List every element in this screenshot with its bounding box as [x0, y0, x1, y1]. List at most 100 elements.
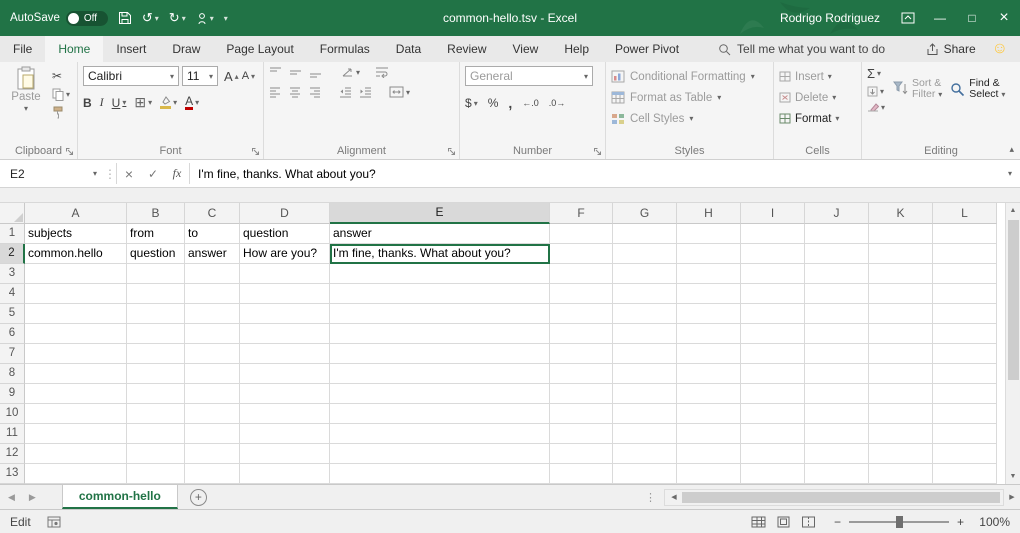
format-as-table-button[interactable]: Format as Table ▾ [611, 87, 768, 108]
orientation-dropdown-icon[interactable]: ▾ [356, 68, 360, 77]
cell-L8[interactable] [933, 364, 997, 384]
column-header-F[interactable]: F [550, 203, 613, 224]
cell-B5[interactable] [127, 304, 185, 324]
undo-button[interactable]: ↺▾ [142, 10, 159, 26]
fill-dropdown-icon[interactable]: ▾ [880, 87, 884, 96]
bottom-align-button[interactable] [309, 66, 322, 78]
cell-J7[interactable] [805, 344, 869, 364]
find-select-button[interactable]: Find &Select ▾ [950, 66, 1005, 112]
cell-H11[interactable] [677, 424, 741, 444]
cell-J1[interactable] [805, 224, 869, 244]
cell-F10[interactable] [550, 404, 613, 424]
cell-G5[interactable] [613, 304, 677, 324]
scroll-up-icon[interactable]: ▲ [1006, 203, 1020, 218]
cell-E11[interactable] [330, 424, 550, 444]
cell-J8[interactable] [805, 364, 869, 384]
cell-D9[interactable] [240, 384, 330, 404]
cell-G3[interactable] [613, 264, 677, 284]
enter-button[interactable]: ✓ [141, 160, 165, 187]
cell-E4[interactable] [330, 284, 550, 304]
horizontal-scrollbar-thumb[interactable] [682, 492, 1000, 503]
tab-formulas[interactable]: Formulas [307, 36, 383, 62]
cell-B12[interactable] [127, 444, 185, 464]
cell-B4[interactable] [127, 284, 185, 304]
zoom-in-button[interactable]: + [957, 515, 964, 529]
borders-button[interactable]: ⊞▾ [134, 94, 152, 111]
cell-J11[interactable] [805, 424, 869, 444]
fill-color-button[interactable]: ▾ [160, 96, 177, 109]
decrease-decimal-button[interactable]: .0→ [549, 98, 566, 108]
number-format-combo[interactable]: General▾ [465, 66, 593, 86]
tab-draw[interactable]: Draw [159, 36, 213, 62]
tab-home[interactable]: Home [45, 36, 103, 62]
sheet-nav-right-icon[interactable]: ▶ [29, 492, 36, 503]
conditional-formatting-button[interactable]: Conditional Formatting ▾ [611, 66, 768, 87]
cell-G9[interactable] [613, 384, 677, 404]
customize-qat-button[interactable]: ▾ [224, 14, 228, 23]
cell-H6[interactable] [677, 324, 741, 344]
formula-bar-handle[interactable]: ⋮ [104, 160, 116, 187]
cell-I11[interactable] [741, 424, 805, 444]
column-header-K[interactable]: K [869, 203, 933, 224]
fill-button[interactable]: ▾ [867, 86, 885, 97]
cell-C4[interactable] [185, 284, 240, 304]
cell-A13[interactable] [25, 464, 127, 484]
cell-K5[interactable] [869, 304, 933, 324]
sheet-tab-common-hello[interactable]: common-hello [62, 485, 178, 509]
cell-E13[interactable] [330, 464, 550, 484]
cell-F7[interactable] [550, 344, 613, 364]
cell-L13[interactable] [933, 464, 997, 484]
cell-D6[interactable] [240, 324, 330, 344]
cell-E2[interactable]: I'm fine, thanks. What about you? [330, 244, 550, 264]
cell-C2[interactable]: answer [185, 244, 240, 264]
minimize-button[interactable]: — [924, 0, 956, 36]
row-header-9[interactable]: 9 [0, 384, 25, 404]
comma-style-button[interactable]: , [508, 95, 512, 111]
cell-A5[interactable] [25, 304, 127, 324]
cell-G6[interactable] [613, 324, 677, 344]
cell-E7[interactable] [330, 344, 550, 364]
tab-power-pivot[interactable]: Power Pivot [602, 36, 692, 62]
cell-G1[interactable] [613, 224, 677, 244]
row-header-12[interactable]: 12 [0, 444, 25, 464]
underline-dropdown-icon[interactable]: ▾ [122, 98, 126, 107]
cell-K8[interactable] [869, 364, 933, 384]
normal-view-button[interactable] [748, 512, 770, 532]
cell-I9[interactable] [741, 384, 805, 404]
column-header-B[interactable]: B [127, 203, 185, 224]
cell-I5[interactable] [741, 304, 805, 324]
tab-help[interactable]: Help [551, 36, 602, 62]
account-name[interactable]: Rodrigo Rodriguez [780, 11, 880, 25]
cell-I13[interactable] [741, 464, 805, 484]
cell-K6[interactable] [869, 324, 933, 344]
cell-I4[interactable] [741, 284, 805, 304]
delete-dropdown-icon[interactable]: ▾ [832, 93, 836, 102]
cell-F2[interactable] [550, 244, 613, 264]
cell-H5[interactable] [677, 304, 741, 324]
format-dropdown-icon[interactable]: ▾ [835, 114, 839, 123]
number-format-dropdown-icon[interactable]: ▾ [584, 72, 588, 81]
cell-G7[interactable] [613, 344, 677, 364]
cell-B9[interactable] [127, 384, 185, 404]
scroll-right-icon[interactable]: ▶ [1004, 493, 1020, 501]
tab-insert[interactable]: Insert [103, 36, 159, 62]
row-header-1[interactable]: 1 [0, 224, 25, 244]
row-header-3[interactable]: 3 [0, 264, 25, 284]
merge-dropdown-icon[interactable]: ▾ [406, 88, 410, 97]
accounting-format-button[interactable]: $▾ [465, 96, 478, 110]
cell-B2[interactable]: question [127, 244, 185, 264]
align-right-button[interactable] [309, 86, 322, 98]
cell-I2[interactable] [741, 244, 805, 264]
cell-A4[interactable] [25, 284, 127, 304]
underline-button[interactable]: U▾ [112, 96, 127, 110]
feedback-smiley-icon[interactable]: ☺ [992, 36, 1008, 62]
cell-H4[interactable] [677, 284, 741, 304]
conditional-formatting-dropdown-icon[interactable]: ▾ [751, 72, 755, 81]
cell-C8[interactable] [185, 364, 240, 384]
cell-K7[interactable] [869, 344, 933, 364]
cell-A12[interactable] [25, 444, 127, 464]
cell-D13[interactable] [240, 464, 330, 484]
cell-K4[interactable] [869, 284, 933, 304]
column-header-D[interactable]: D [240, 203, 330, 224]
cell-K12[interactable] [869, 444, 933, 464]
